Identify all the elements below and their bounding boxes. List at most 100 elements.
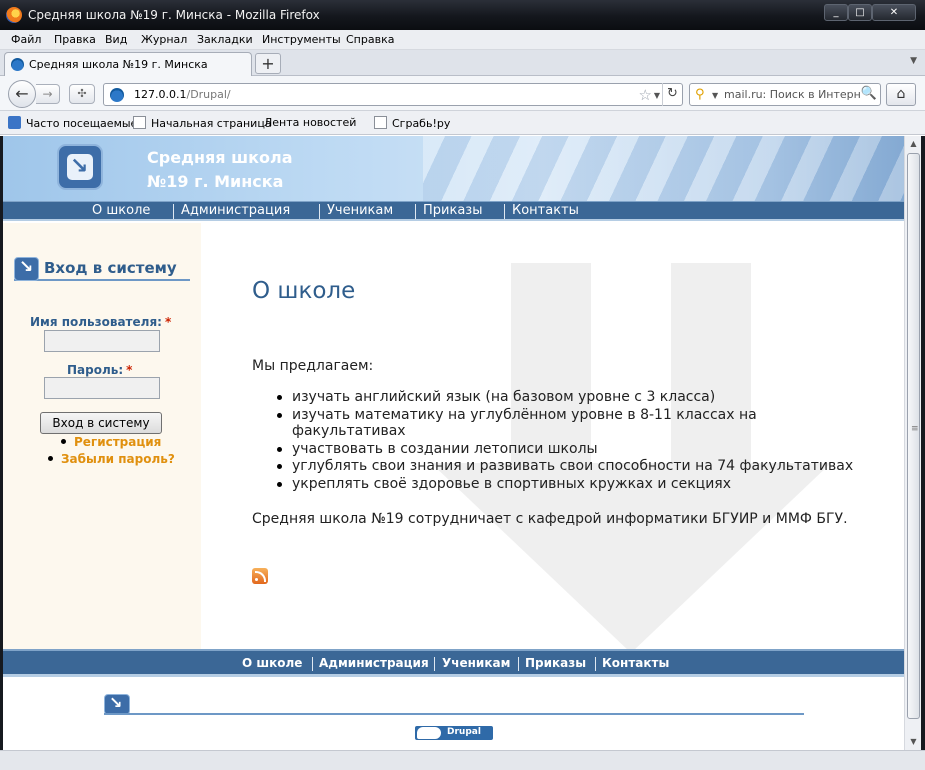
menu-history[interactable]: Журнал (141, 33, 187, 46)
bookmark-label: Часто посещаемые (26, 117, 138, 130)
login-block-icon (14, 257, 39, 281)
site-name-line1: Средняя школа (147, 148, 293, 167)
menu-bookmarks[interactable]: Закладки (197, 33, 253, 46)
site-name[interactable]: Средняя школа №19 г. Минска (147, 146, 293, 194)
menu-bar: Файл Правка Вид Журнал Закладки Инструме… (0, 30, 925, 50)
site-header: ↘ Средняя школа №19 г. Минска (3, 136, 904, 201)
nav-separator (319, 204, 320, 219)
drupal-drop-icon (417, 727, 441, 739)
search-input[interactable]: mail.ru: Поиск в Интернете (724, 88, 860, 101)
nav-administration[interactable]: Администрация (181, 203, 290, 218)
site-logo-arrow-icon[interactable]: ↘ (57, 144, 103, 190)
nav-about[interactable]: О школе (92, 203, 150, 218)
menu-tools[interactable]: Инструменты (262, 33, 341, 46)
new-tab-button[interactable]: + (255, 53, 281, 74)
navigation-toolbar: ← → ✣ 127.0.0.1/Drupal/ ☆ ▼ ↻ ⚲ ▼ mail.r… (0, 76, 925, 111)
primary-nav: О школе Администрация Ученикам Приказы К… (3, 201, 904, 221)
rss-feed-icon[interactable] (252, 568, 268, 584)
address-bar[interactable]: 127.0.0.1/Drupal/ ☆ ▼ ↻ (103, 83, 683, 106)
search-go-icon[interactable]: 🔍 (861, 86, 877, 101)
content-lead: Мы предлагаем: (252, 358, 374, 374)
bookmark-star-icon[interactable]: ☆ (639, 86, 652, 104)
nav-separator (312, 657, 313, 671)
footer-nav-orders[interactable]: Приказы (525, 656, 586, 670)
bookmark-start-page[interactable]: Начальная страница (133, 116, 272, 130)
offer-list: изучать английский язык (на базовом уров… (252, 389, 872, 493)
nav-separator (595, 657, 596, 671)
login-block-heading: Вход в систему (44, 259, 177, 277)
tab-active[interactable]: Средняя школа №19 г. Минска (4, 52, 252, 76)
tab-label: Средняя школа №19 г. Минска (29, 58, 208, 71)
tab-list-icon[interactable]: ▼ (910, 56, 917, 66)
menu-edit[interactable]: Правка (54, 33, 96, 46)
home-button[interactable]: ⌂ (886, 83, 916, 106)
bookmark-label: Начальная страница (151, 117, 272, 130)
search-engine-icon[interactable]: ⚲ (695, 87, 705, 102)
content-paragraph: Средняя школа №19 сотрудничает с кафедро… (252, 511, 848, 527)
page-scrollbar[interactable]: ▲ ≡ ▼ (904, 136, 921, 750)
username-input[interactable] (44, 330, 160, 352)
footer-nav-students[interactable]: Ученикам (442, 656, 510, 670)
addon-button[interactable]: ✣ (69, 84, 95, 104)
window-title: Средняя школа №19 г. Минска - Mozilla Fi… (28, 8, 320, 22)
username-label-text: Имя пользователя: (30, 315, 162, 329)
address-url[interactable]: 127.0.0.1/Drupal/ (134, 88, 231, 101)
minimize-button[interactable]: _ (824, 4, 848, 21)
back-button[interactable]: ← (8, 80, 36, 108)
menu-view[interactable]: Вид (105, 33, 127, 46)
history-dropdown-icon[interactable]: ▼ (654, 91, 660, 100)
close-window-button[interactable]: ✕ (872, 4, 916, 21)
search-engine-dropdown-icon[interactable]: ▼ (712, 91, 718, 100)
register-link[interactable]: Регистрация (61, 435, 161, 449)
page-icon (133, 116, 146, 129)
drupal-badge-text: Drupal (447, 727, 481, 737)
footer-nav-contacts[interactable]: Контакты (602, 656, 669, 670)
bullet-icon (48, 456, 53, 461)
footer-nav-about[interactable]: О школе (242, 656, 302, 670)
page-icon (374, 116, 387, 129)
main-content: О школе Мы предлагаем: изучать английски… (201, 223, 904, 649)
nav-contacts[interactable]: Контакты (512, 203, 579, 218)
list-item: изучать математику на углублённом уровне… (252, 407, 872, 440)
status-bar (0, 750, 925, 770)
login-block-title: Вход в систему (14, 257, 190, 281)
scroll-up-icon[interactable]: ▲ (905, 136, 922, 152)
powered-by-drupal-badge[interactable]: Drupal (415, 726, 493, 740)
page-viewport: ↘ Средняя школа №19 г. Минска О школе Ад… (3, 136, 904, 750)
forward-button[interactable]: → (36, 84, 60, 104)
nav-students[interactable]: Ученикам (327, 203, 393, 218)
list-item: углублять свои знания и развивать свои с… (252, 458, 872, 475)
forgot-password-link[interactable]: Забыли пароль? (48, 452, 175, 466)
most-visited-icon (8, 116, 21, 129)
password-input[interactable] (44, 377, 160, 399)
window-titlebar: Средняя школа №19 г. Минска - Mozilla Fi… (0, 0, 925, 30)
footer-nav: О школе Администрация Ученикам Приказы К… (3, 649, 904, 677)
login-submit-button[interactable]: Вход в систему (40, 412, 162, 434)
window-frame-right (921, 136, 925, 750)
bookmarks-toolbar: Часто посещаемые Начальная страница Лент… (0, 111, 925, 475)
register-link-text: Регистрация (74, 435, 162, 449)
footer-nav-administration[interactable]: Администрация (319, 656, 429, 670)
nav-orders[interactable]: Приказы (423, 203, 482, 218)
bookmark-most-visited[interactable]: Часто посещаемые (8, 116, 137, 130)
page-title: О школе (252, 278, 356, 304)
nav-separator (434, 657, 435, 671)
menu-help[interactable]: Справка (346, 33, 394, 46)
bookmark-sgrabru[interactable]: Сграбь!ру (374, 116, 450, 130)
reload-button[interactable]: ↻ (662, 83, 682, 106)
username-label: Имя пользователя: * (30, 315, 171, 329)
scrollbar-thumb[interactable]: ≡ (907, 153, 920, 719)
bookmark-label: Лента новостей (264, 116, 357, 129)
site-name-line2: №19 г. Минска (147, 172, 284, 191)
password-label-text: Пароль: (67, 363, 124, 377)
bookmark-news-feed[interactable]: Лента новостей (264, 116, 357, 475)
menu-file[interactable]: Файл (11, 33, 41, 46)
required-mark: * (126, 363, 133, 377)
scroll-down-icon[interactable]: ▼ (905, 734, 922, 750)
nav-separator (504, 204, 505, 219)
bookmark-label: Сграбь!ру (392, 117, 451, 130)
forgot-password-link-text: Забыли пароль? (61, 452, 175, 466)
maximize-button[interactable]: □ (848, 4, 872, 21)
password-label: Пароль: * (67, 363, 132, 377)
search-bar[interactable]: ⚲ ▼ mail.ru: Поиск в Интернете 🔍 (689, 83, 881, 106)
